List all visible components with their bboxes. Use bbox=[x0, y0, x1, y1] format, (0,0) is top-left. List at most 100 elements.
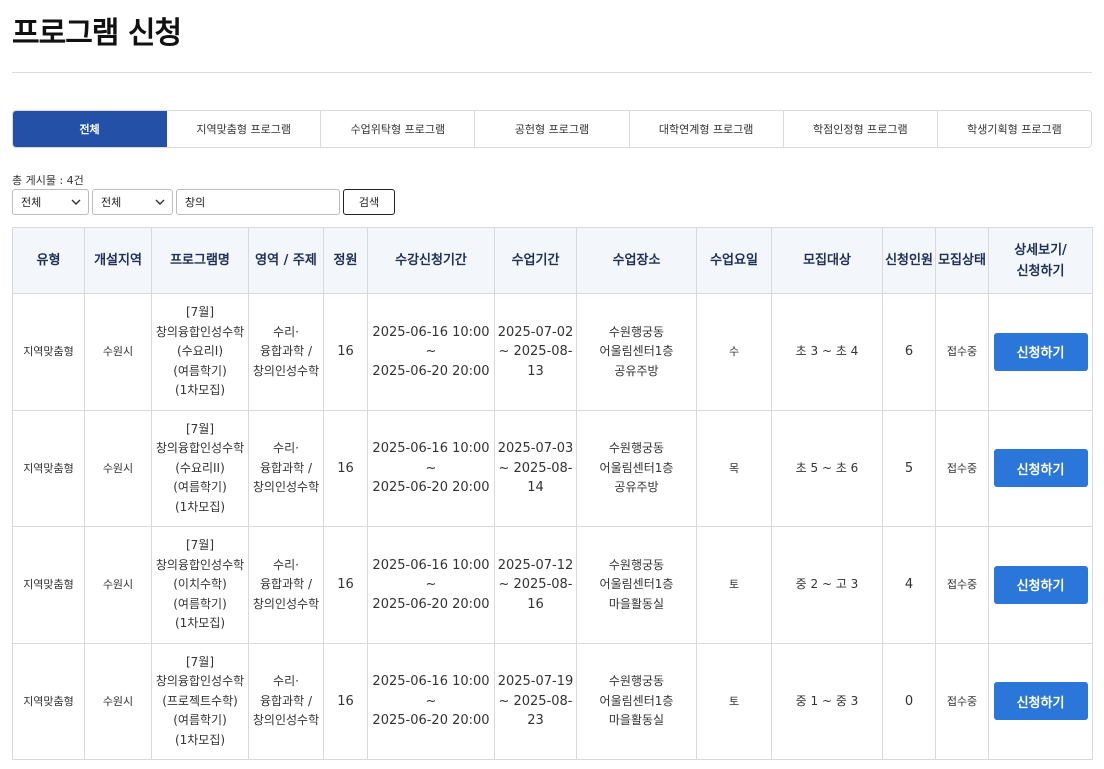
cell-program-name-line: 창의융합인성수학 bbox=[155, 441, 245, 455]
cell-place-line: 어울림센터1층 bbox=[599, 344, 674, 358]
title-divider bbox=[12, 72, 1092, 73]
category-select-value: 전체 bbox=[21, 196, 42, 209]
cell-applicants: 6 bbox=[882, 293, 936, 411]
cell-action: 신청하기 bbox=[988, 526, 1093, 644]
cell-program-name-line: [7월] bbox=[185, 305, 215, 319]
cell-place: 수원행궁동 어울림센터1층 마을활동실 bbox=[576, 526, 697, 644]
tab-university-linked[interactable]: 대학연계형 프로그램 bbox=[629, 111, 784, 147]
cell-applicants: 0 bbox=[882, 642, 936, 760]
header-applicants: 신청인원 bbox=[882, 227, 936, 294]
cell-class-period: 2025-07-02 ~ 2025-08- 13 bbox=[494, 293, 577, 411]
cell-action: 신청하기 bbox=[988, 293, 1093, 411]
cell-status: 접수중 bbox=[935, 642, 989, 760]
cell-target: 중 1 ~ 중 3 bbox=[771, 642, 883, 760]
cell-applicants: 5 bbox=[882, 409, 936, 527]
cell-capacity: 16 bbox=[323, 293, 368, 411]
chevron-down-icon bbox=[155, 199, 165, 205]
cell-program-name-line: 창의융합인성수학 bbox=[155, 557, 245, 572]
cell-apply-period-line: 2025-06-16 10:00 ~ bbox=[372, 557, 490, 593]
cell-class-period-line: 16 bbox=[527, 596, 544, 612]
cell-class-period-line: ~ 2025-08- bbox=[498, 460, 573, 476]
header-day: 수업요일 bbox=[696, 227, 772, 294]
cell-program-name-line: [7월] bbox=[185, 421, 215, 436]
cell-program-name-line: (1차모집) bbox=[174, 616, 226, 630]
cell-type: 지역맞춤형 bbox=[12, 526, 85, 644]
header-capacity: 정원 bbox=[323, 227, 368, 294]
cell-area-line: 창의인성수학 bbox=[252, 363, 320, 378]
header-action: 상세보기/ 신청하기 bbox=[988, 227, 1093, 294]
apply-button[interactable]: 신청하기 bbox=[993, 682, 1088, 721]
tab-student-planned[interactable]: 학생기획형 프로그램 bbox=[937, 111, 1091, 147]
cell-target: 초 5 ~ 초 6 bbox=[771, 409, 883, 527]
cell-class-period-line: 23 bbox=[527, 713, 544, 728]
cell-area-line: 수리· bbox=[273, 674, 299, 688]
search-filters: 전체 전체 검색 bbox=[12, 189, 395, 215]
cell-type: 지역맞춤형 bbox=[12, 642, 85, 760]
cell-apply-period-line: 2025-06-16 10:00 ~ bbox=[372, 441, 490, 476]
cell-program-name-line: (여름학기) bbox=[173, 480, 227, 494]
cell-status: 접수중 bbox=[935, 293, 989, 411]
chevron-down-icon bbox=[71, 199, 81, 205]
cell-apply-period-line: 2025-06-20 20:00 bbox=[372, 596, 490, 612]
cell-area: 수리· 융합과학 / 창의인성수학 bbox=[248, 526, 324, 644]
cell-region: 수원시 bbox=[84, 293, 152, 411]
field-select[interactable]: 전체 bbox=[92, 189, 173, 215]
tab-regional[interactable]: 지역맞춤형 프로그램 bbox=[167, 111, 322, 147]
tab-contribution[interactable]: 공헌형 프로그램 bbox=[475, 111, 630, 147]
cell-area-line: 창의인성수학 bbox=[252, 713, 320, 727]
header-region: 개설지역 bbox=[84, 227, 152, 294]
cell-region: 수원시 bbox=[84, 526, 152, 644]
cell-type: 지역맞춤형 bbox=[12, 293, 85, 411]
cell-program-name-line: (1차모집) bbox=[174, 383, 226, 397]
category-select[interactable]: 전체 bbox=[12, 189, 89, 215]
header-type: 유형 bbox=[12, 227, 85, 294]
cell-program-name-line: [7월] bbox=[185, 538, 215, 552]
header-place: 수업장소 bbox=[576, 227, 697, 294]
cell-place-line: 어울림센터1층 bbox=[599, 460, 674, 475]
cell-program-name: [7월] 창의융합인성수학 (이치수학) (여름학기) (1차모집) bbox=[151, 526, 249, 644]
cell-place: 수원행궁동 어울림센터1층 공유주방 bbox=[576, 409, 697, 527]
header-target: 모집대상 bbox=[771, 227, 883, 294]
tab-class-consignment[interactable]: 수업위탁형 프로그램 bbox=[321, 111, 476, 147]
tab-credit-recognized[interactable]: 학점인정형 프로그램 bbox=[783, 111, 938, 147]
total-count: 총 게시물 : 4건 bbox=[12, 174, 84, 187]
cell-apply-period: 2025-06-16 10:00 ~ 2025-06-20 20:00 bbox=[367, 642, 495, 760]
page-title: 프로그램 신청 bbox=[12, 16, 182, 51]
cell-apply-period-line: 2025-06-16 10:00 ~ bbox=[372, 324, 490, 360]
cell-place: 수원행궁동 어울림센터1층 마을활동실 bbox=[576, 642, 697, 760]
cell-place-line: 마을활동실 bbox=[608, 713, 665, 727]
cell-program-name-line: (여름학기) bbox=[173, 713, 227, 727]
cell-program-name-line: 창의융합인성수학 bbox=[155, 324, 245, 339]
cell-program-name: [7월] 창의융합인성수학 (수요리I) (여름학기) (1차모집) bbox=[151, 293, 249, 411]
cell-place-line: 공유주방 bbox=[614, 363, 659, 378]
program-category-tabs: 전체 지역맞춤형 프로그램 수업위탁형 프로그램 공헌형 프로그램 대학연계형 … bbox=[12, 110, 1092, 148]
cell-area-line: 융합과학 / bbox=[259, 460, 313, 475]
cell-place-line: 수원행궁동 bbox=[608, 324, 665, 339]
cell-apply-period-line: 2025-06-20 20:00 bbox=[372, 713, 490, 728]
cell-capacity: 16 bbox=[323, 409, 368, 527]
cell-class-period-line: 2025-07-03 bbox=[497, 441, 574, 456]
cell-action: 신청하기 bbox=[988, 642, 1093, 760]
header-apply-period: 수강신청기간 bbox=[367, 227, 495, 294]
apply-button[interactable]: 신청하기 bbox=[993, 332, 1088, 371]
cell-area-line: 융합과학 / bbox=[259, 577, 313, 591]
cell-apply-period-line: 2025-06-16 10:00 ~ bbox=[372, 674, 490, 709]
cell-program-name-line: [7월] bbox=[185, 654, 215, 669]
tab-all[interactable]: 전체 bbox=[13, 111, 168, 147]
cell-place: 수원행궁동어울림센터1층공유주방 bbox=[576, 293, 697, 411]
cell-apply-period-line: 2025-06-20 20:00 bbox=[372, 480, 490, 495]
cell-area-line: 수리· bbox=[273, 324, 299, 339]
table-row: 지역맞춤형 수원시 [7월] 창의융합인성수학 (이치수학) (여름학기) (1차모집) 수리… bbox=[12, 526, 1093, 644]
header-area: 영역 / 주제 bbox=[248, 227, 324, 294]
apply-button[interactable]: 신청하기 bbox=[993, 565, 1088, 604]
cell-program-name-line: (수요리I) bbox=[176, 344, 224, 358]
cell-class-period-line: 13 bbox=[527, 363, 544, 379]
cell-class-period-line: ~ 2025-08- bbox=[498, 344, 573, 359]
search-input[interactable] bbox=[176, 189, 340, 215]
cell-day: 수 bbox=[696, 293, 772, 411]
apply-button[interactable]: 신청하기 bbox=[993, 449, 1088, 488]
header-program-name: 프로그램명 bbox=[151, 227, 249, 294]
cell-area-line: 융합과학 / bbox=[259, 344, 313, 358]
search-button[interactable]: 검색 bbox=[343, 189, 395, 215]
cell-class-period-line: 2025-07-02 bbox=[497, 324, 574, 340]
